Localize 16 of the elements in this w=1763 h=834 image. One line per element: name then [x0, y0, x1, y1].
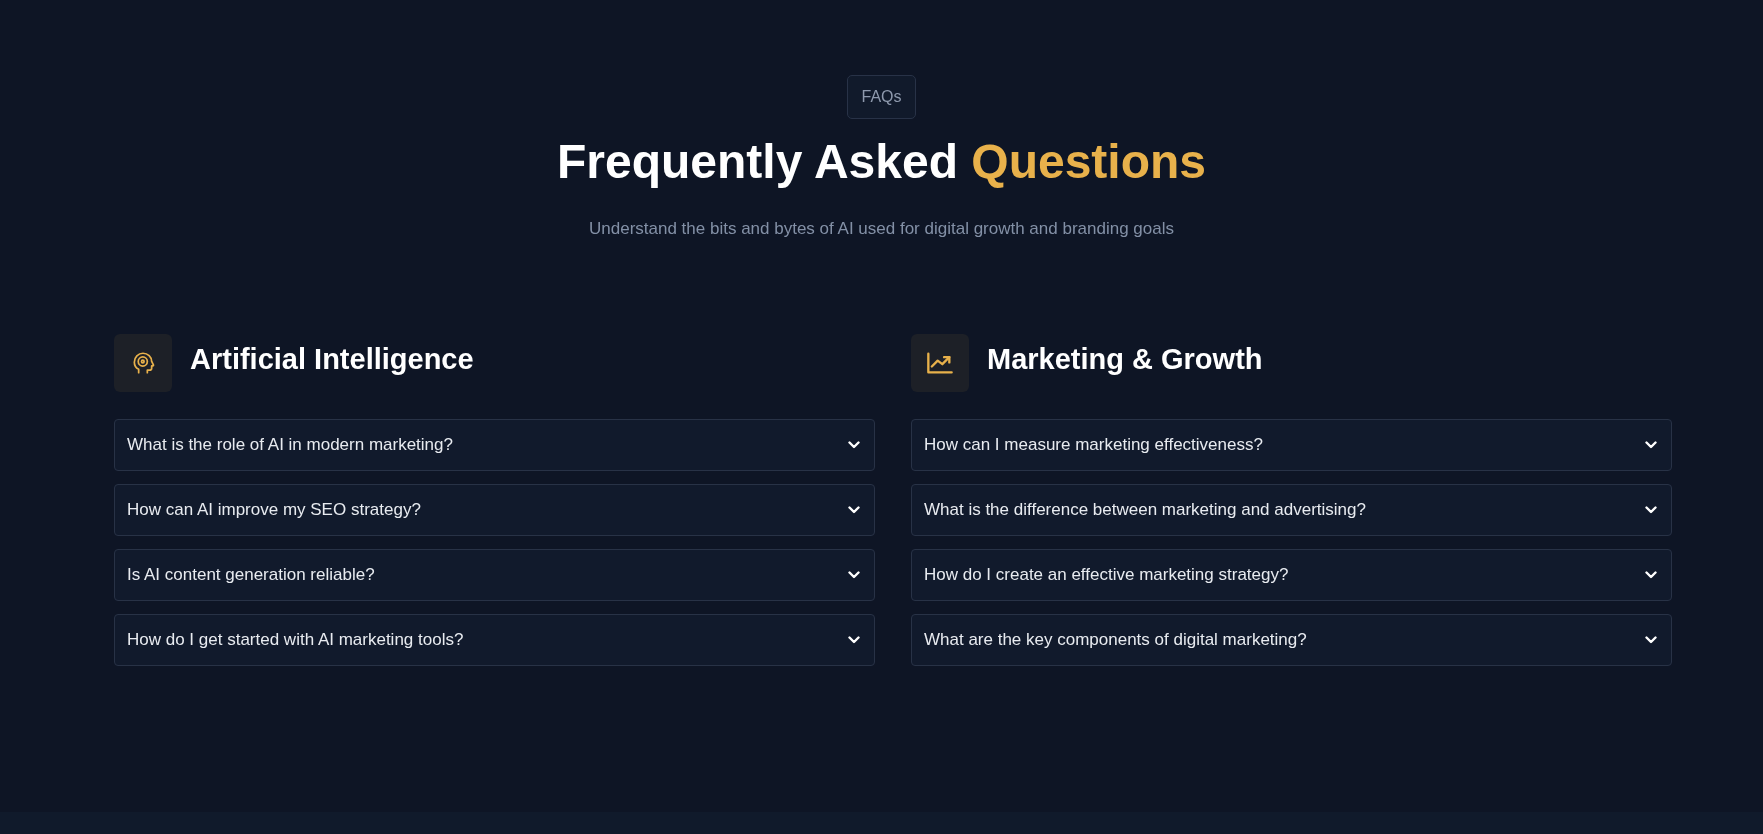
- faq-badge: FAQs: [847, 75, 916, 119]
- faq-question[interactable]: What are the key components of digital marketing?: [911, 614, 1672, 666]
- faq-question[interactable]: What is the difference between marketing and advertising?: [911, 484, 1672, 536]
- head-icon: [114, 334, 172, 392]
- faq-question[interactable]: How can AI improve my SEO strategy?: [114, 484, 875, 536]
- section-title-highlight: Questions: [971, 135, 1206, 188]
- category-title: Marketing & Growth: [987, 342, 1263, 377]
- faq-question[interactable]: What is the role of AI in modern marketing?: [114, 419, 875, 471]
- section-title: Frequently Asked: [556, 135, 958, 188]
- faq-question[interactable]: Is AI content generation reliable?: [114, 549, 875, 601]
- faq-question[interactable]: How do I get started with AI marketing tools?: [114, 614, 875, 666]
- category-title: Artificial Intelligence: [190, 342, 474, 377]
- chart-icon: [911, 334, 969, 392]
- faq-question[interactable]: How can I measure marketing effectiveness?: [911, 419, 1672, 471]
- faq-question[interactable]: How do I create an effective marketing strategy?: [911, 549, 1672, 601]
- section-subtitle: Understand the bits and bytes of AI used for digital growth and branding goals: [589, 218, 1174, 240]
